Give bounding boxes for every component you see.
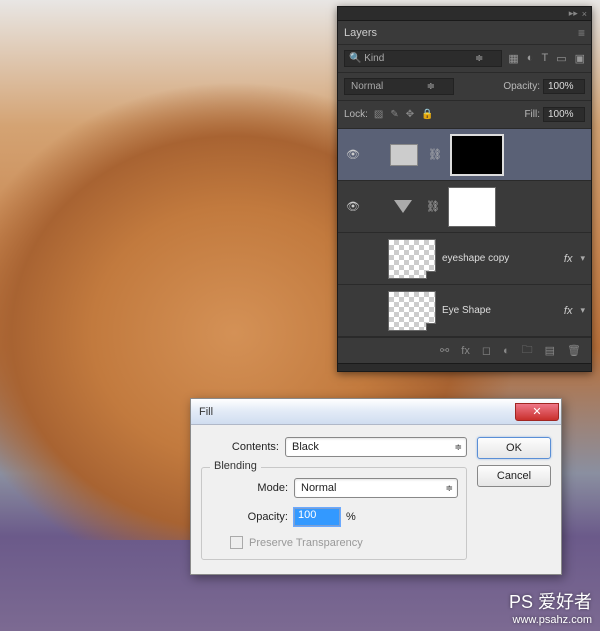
preserve-transparency-row: Preserve Transparency <box>230 536 458 549</box>
filter-type-icon[interactable]: T <box>541 52 548 65</box>
dialog-titlebar[interactable]: Fill ✕ <box>191 399 561 425</box>
delete-layer-icon[interactable]: 🗑 <box>567 344 581 357</box>
ok-button[interactable]: OK <box>477 437 551 459</box>
preserve-transparency-checkbox <box>230 536 243 549</box>
lock-all-icon[interactable]: 🔒 <box>421 109 433 120</box>
layer-row[interactable]: eyeshape copy fx ▾ <box>338 233 591 285</box>
blending-legend: Blending <box>210 460 261 472</box>
fill-label: Fill: <box>524 109 540 120</box>
cancel-label: Cancel <box>497 470 531 482</box>
chevron-down-icon: ≑ <box>427 81 435 92</box>
mode-select[interactable]: Normal ≑ <box>294 478 458 498</box>
filter-row: 🔍 Kind ≑ ▦ ◐ T ▭ ▣ <box>338 45 591 73</box>
lock-label: Lock: <box>344 109 368 120</box>
opacity-input[interactable]: 100 <box>294 508 340 526</box>
filter-smart-icon[interactable]: ▣ <box>575 52 585 65</box>
filter-adjust-icon[interactable]: ◐ <box>527 52 534 65</box>
lock-transparency-icon[interactable]: ▨ <box>374 109 383 120</box>
chevron-updown-icon: ≑ <box>445 483 453 494</box>
opacity-value: 100% <box>548 81 574 92</box>
close-icon: ✕ <box>532 405 541 418</box>
watermark-main: PS 爱好者 <box>509 592 592 612</box>
add-mask-icon[interactable]: ◻ <box>482 344 491 357</box>
contents-value: Black <box>292 441 450 453</box>
visibility-toggle[interactable]: 👁 <box>344 148 362 161</box>
layer-row[interactable]: 👁 ⛓ <box>338 129 591 181</box>
new-group-icon[interactable]: 🗀 <box>522 341 533 360</box>
panel-close-icon[interactable]: × <box>582 9 587 19</box>
layer-thumbnail[interactable] <box>388 291 436 331</box>
opacity-value: 100 <box>298 509 316 521</box>
layer-mask-thumbnail[interactable] <box>450 134 504 176</box>
dialog-title: Fill <box>199 406 515 418</box>
new-adjustment-icon[interactable]: ◐ <box>503 345 510 357</box>
tab-layers[interactable]: Layers <box>344 27 377 39</box>
visibility-toggle[interactable]: 👁 <box>344 200 362 213</box>
chevron-down-icon[interactable]: ▾ <box>580 305 585 316</box>
fill-dialog: Fill ✕ Contents: Black ≑ Blending Mode: … <box>190 398 562 575</box>
blend-mode-select[interactable]: Normal ≑ <box>344 78 454 95</box>
contents-label: Contents: <box>201 441 285 453</box>
blend-row: Normal ≑ Opacity: 100% <box>338 73 591 101</box>
opacity-input[interactable]: 100% <box>543 79 585 94</box>
mode-label: Mode: <box>210 482 294 494</box>
filter-kind-label: Kind <box>364 53 384 64</box>
ok-label: OK <box>506 442 522 454</box>
chevron-down-icon: ≑ <box>475 53 483 64</box>
fx-indicator[interactable]: fx <box>564 305 573 317</box>
blending-fieldset: Blending Mode: Normal ≑ Opacity: 100 % <box>201 467 467 560</box>
lock-pixels-icon[interactable]: ✎ <box>390 109 398 120</box>
layer-name[interactable]: Eye Shape <box>442 305 558 316</box>
fill-value: 100% <box>548 109 574 120</box>
adjustment-layer-icon <box>390 144 418 166</box>
contents-select[interactable]: Black ≑ <box>285 437 467 457</box>
mode-value: Normal <box>301 482 441 494</box>
dialog-body: Contents: Black ≑ Blending Mode: Normal … <box>191 425 561 574</box>
fill-input[interactable]: 100% <box>543 107 585 122</box>
opacity-label: Opacity: <box>210 511 294 523</box>
layers-list: 👁 ⛓ 👁 ⛓ eyeshape copy fx ▾ E <box>338 129 591 337</box>
fx-indicator[interactable]: fx <box>564 253 573 265</box>
chevron-down-icon[interactable]: ▾ <box>580 253 585 264</box>
new-layer-icon[interactable]: ▤ <box>545 344 555 357</box>
group-toggle-icon[interactable] <box>394 200 412 213</box>
layer-style-icon[interactable]: fx <box>461 345 470 357</box>
watermark: PS 爱好者 www.psahz.com <box>509 592 592 627</box>
blend-mode-value: Normal <box>351 81 383 92</box>
watermark-url: www.psahz.com <box>509 614 592 627</box>
search-icon: 🔍 <box>349 53 361 64</box>
link-layers-icon[interactable]: ⚯ <box>440 344 449 357</box>
link-mask-icon[interactable]: ⛓ <box>428 148 442 161</box>
filter-shape-icon[interactable]: ▭ <box>556 52 566 65</box>
panel-tabs: Layers ≡ <box>338 21 591 45</box>
layer-thumbnail[interactable] <box>388 239 436 279</box>
chevron-updown-icon: ≑ <box>454 442 462 453</box>
collapse-icon[interactable]: ▸▸ <box>569 8 578 19</box>
panel-bottom-toolbar: ⚯ fx ◻ ◐ 🗀 ▤ 🗑 <box>338 337 591 363</box>
lock-position-icon[interactable]: ✥ <box>406 109 414 120</box>
close-button[interactable]: ✕ <box>515 403 559 421</box>
layer-mask-thumbnail[interactable] <box>448 187 496 227</box>
layer-name[interactable]: eyeshape copy <box>442 253 558 264</box>
layers-panel: ▸▸ × Layers ≡ 🔍 Kind ≑ ▦ ◐ T ▭ ▣ Normal … <box>337 6 592 372</box>
layer-row[interactable]: Eye Shape fx ▾ <box>338 285 591 337</box>
filter-kind-select[interactable]: 🔍 Kind ≑ <box>344 50 502 67</box>
panel-resize-handle[interactable] <box>338 363 591 371</box>
opacity-label: Opacity: <box>503 81 540 92</box>
link-mask-icon[interactable]: ⛓ <box>426 200 440 213</box>
preserve-transparency-label: Preserve Transparency <box>249 537 363 549</box>
layer-row[interactable]: 👁 ⛓ <box>338 181 591 233</box>
cancel-button[interactable]: Cancel <box>477 465 551 487</box>
filter-icons: ▦ ◐ T ▭ ▣ <box>508 52 585 65</box>
panel-topbar: ▸▸ × <box>338 7 591 21</box>
panel-menu-icon[interactable]: ≡ <box>578 26 585 40</box>
percent-symbol: % <box>346 511 356 523</box>
lock-row: Lock: ▨ ✎ ✥ 🔒 Fill: 100% <box>338 101 591 129</box>
filter-pixel-icon[interactable]: ▦ <box>508 52 518 65</box>
